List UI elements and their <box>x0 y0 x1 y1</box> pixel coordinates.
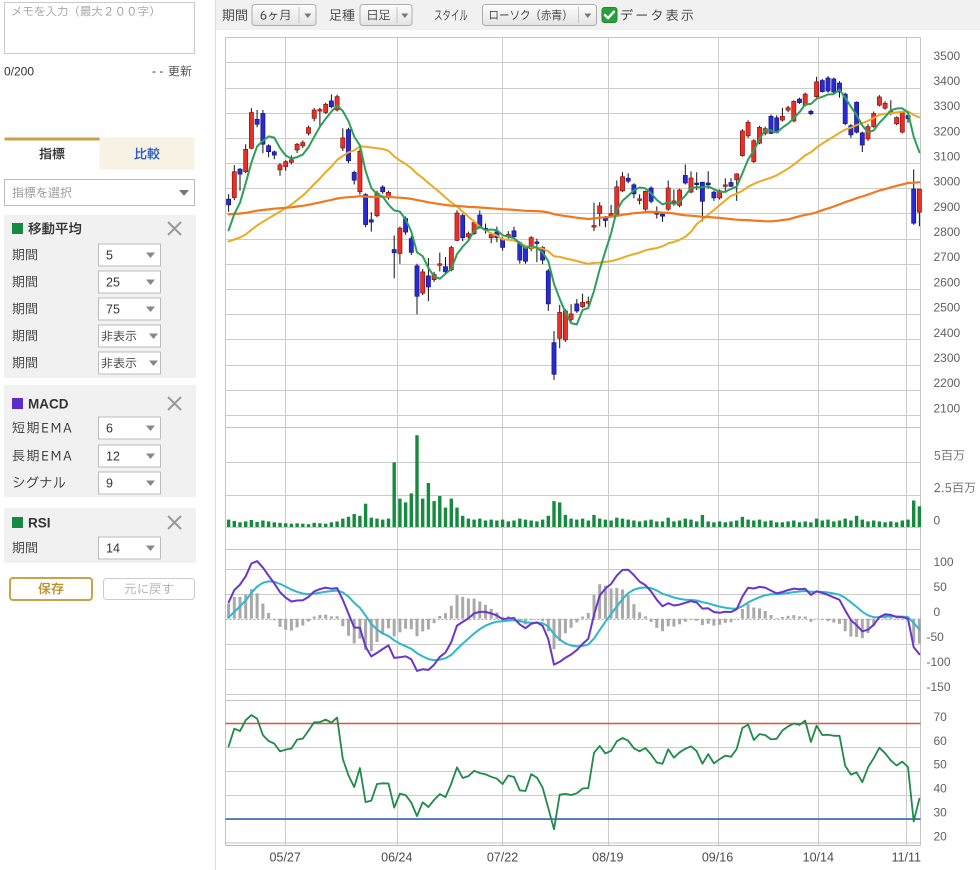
svg-text:RSI: RSI <box>28 516 51 531</box>
svg-text:08/19: 08/19 <box>592 851 623 865</box>
svg-text:3500: 3500 <box>934 49 961 63</box>
svg-text:60: 60 <box>934 734 948 748</box>
svg-text:12: 12 <box>106 450 120 464</box>
svg-text:2400: 2400 <box>934 326 961 340</box>
svg-text:2500: 2500 <box>934 301 961 315</box>
svg-text:0: 0 <box>934 513 941 527</box>
svg-text:2200: 2200 <box>934 376 961 390</box>
svg-text:3000: 3000 <box>934 175 961 189</box>
svg-text:3100: 3100 <box>934 150 961 164</box>
svg-text:2100: 2100 <box>934 401 961 415</box>
svg-text:14: 14 <box>106 542 120 556</box>
svg-text:50: 50 <box>934 580 948 594</box>
svg-text:6: 6 <box>106 422 113 436</box>
svg-text:3300: 3300 <box>934 99 961 113</box>
svg-text:2600: 2600 <box>934 275 961 289</box>
svg-text:0: 0 <box>934 605 941 619</box>
svg-text:09/16: 09/16 <box>702 851 733 865</box>
svg-text:30: 30 <box>934 806 948 820</box>
svg-text:10/14: 10/14 <box>803 851 834 865</box>
svg-text:3400: 3400 <box>934 74 961 88</box>
svg-text:-50: -50 <box>927 630 945 644</box>
svg-text:50: 50 <box>934 758 948 772</box>
svg-text:3200: 3200 <box>934 124 961 138</box>
svg-text:40: 40 <box>934 782 948 796</box>
svg-text:9: 9 <box>106 477 113 491</box>
svg-text:20: 20 <box>934 829 948 843</box>
svg-text:07/22: 07/22 <box>487 851 518 865</box>
svg-text:2900: 2900 <box>934 200 961 214</box>
svg-text:- -: - - <box>152 64 163 78</box>
svg-text:5: 5 <box>106 249 113 263</box>
svg-text:100: 100 <box>934 555 954 569</box>
svg-text:06/24: 06/24 <box>381 851 412 865</box>
svg-text:2800: 2800 <box>934 225 961 239</box>
svg-text:70: 70 <box>934 710 948 724</box>
svg-text:-150: -150 <box>927 680 951 694</box>
svg-text:11/11: 11/11 <box>892 851 921 865</box>
svg-text:25: 25 <box>106 276 120 290</box>
svg-text:2700: 2700 <box>934 250 961 264</box>
svg-text:75: 75 <box>106 303 120 317</box>
svg-text:2300: 2300 <box>934 351 961 365</box>
svg-text:-100: -100 <box>927 655 951 669</box>
svg-text:0/200: 0/200 <box>4 65 34 79</box>
svg-text:MACD: MACD <box>28 397 69 412</box>
svg-text:05/27: 05/27 <box>270 851 301 865</box>
